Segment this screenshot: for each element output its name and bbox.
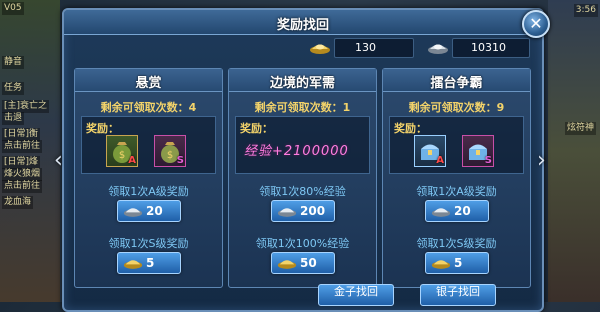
card-border-supplies: 边境的军需 剩余可领取次数：1 奖励： 经验+2100000 领取1次80%经验… <box>228 68 377 288</box>
claim-a-label: 领取1次A级奖励 <box>416 185 497 198</box>
silver-recover-button[interactable]: 银子找回 <box>420 284 496 306</box>
gold-ingot-icon <box>123 260 143 269</box>
bg-task-line[interactable]: 击退 <box>2 112 25 125</box>
claim-a-label: 领取1次A级奖励 <box>108 185 189 198</box>
reward-label: 奖励： <box>394 122 427 135</box>
claim-s-label: 领取1次100%经验 <box>255 237 350 250</box>
claim-s-label: 领取1次S级奖励 <box>416 237 497 250</box>
silver-ingot-icon <box>428 44 448 54</box>
card-title: 悬赏 <box>135 76 162 91</box>
claim-a-cost: 20 <box>454 204 471 218</box>
claim-a-button[interactable]: 20 <box>425 200 489 222</box>
grade-a-badge: A <box>436 155 444 166</box>
claim-a-cost: 20 <box>146 204 163 218</box>
reward-box: 奖励： 经验+2100000 <box>235 116 370 174</box>
grade-s-badge: S <box>484 155 492 166</box>
silver-ingot-icon <box>431 208 451 217</box>
card-title: 擂台争霸 <box>430 76 483 91</box>
card-header: 边境的军需 <box>229 69 376 92</box>
bg-text: V05 <box>2 2 24 15</box>
reward-label: 奖励： <box>86 122 119 135</box>
claim-s-button[interactable]: 5 <box>117 252 181 274</box>
bg-mute-button[interactable]: 静音 <box>2 56 25 69</box>
gold-money-bag-icon[interactable]: $ A <box>106 135 138 167</box>
gold-ingot-icon <box>310 44 330 54</box>
claim-s-cost: 5 <box>454 256 463 270</box>
exp-reward-text: 经验+2100000 <box>244 144 349 159</box>
claim-a-cost: 200 <box>300 204 326 218</box>
claim-a-button[interactable]: 20 <box>117 200 181 222</box>
remaining-count: 剩余可领取次数：1 <box>254 101 351 114</box>
reward-box: 奖励： A S <box>389 116 524 174</box>
treasure-chest-icon[interactable]: A <box>414 135 446 167</box>
remaining-count: 剩余可领取次数：9 <box>408 101 505 114</box>
card-arena: 擂台争霸 剩余可领取次数：9 奖励： A S 领取1次A级奖励 20 领取1次S… <box>382 68 531 288</box>
dialog-title-bar: 奖励找回 <box>64 10 542 35</box>
remaining-count: 剩余可领取次数：4 <box>100 101 197 114</box>
silver-money-bag-icon[interactable]: $ S <box>154 135 186 167</box>
grade-s-badge: S <box>176 155 184 166</box>
claim-a-button[interactable]: 200 <box>271 200 335 222</box>
silver-ingot-value: 10310 <box>471 41 506 54</box>
gold-ingot-icon <box>431 260 451 269</box>
gold-ingot-icon <box>277 260 297 269</box>
dialog-title: 奖励找回 <box>276 18 329 33</box>
svg-text:$: $ <box>167 150 173 161</box>
claim-a-label: 领取1次80%经验 <box>259 185 346 198</box>
reward-box: 奖励： $ A $ S <box>81 116 216 174</box>
treasure-chest-icon[interactable]: S <box>462 135 494 167</box>
bg-task-line[interactable]: 点击前往 <box>2 180 43 193</box>
close-icon: ✕ <box>529 14 543 33</box>
reward-recovery-dialog: 奖励找回 130 10310 悬赏 剩余可领取次数：4 奖励： $ A $ S … <box>62 8 544 312</box>
prev-arrow-icon[interactable]: ‹ <box>54 150 68 172</box>
silver-ingot-icon <box>123 208 143 217</box>
bg-clock: 3:56 <box>573 4 598 17</box>
silver-ingot-counter: 10310 <box>428 38 530 58</box>
bg-task-line[interactable]: 点击前往 <box>2 140 43 153</box>
claim-s-label: 领取1次S级奖励 <box>108 237 189 250</box>
card-title: 边境的军需 <box>269 76 335 91</box>
grade-a-badge: A <box>128 155 136 166</box>
game-background-right <box>548 0 600 302</box>
card-header: 悬赏 <box>75 69 222 92</box>
card-header: 擂台争霸 <box>383 69 530 92</box>
gold-ingot-value: 130 <box>355 41 376 54</box>
close-button[interactable]: ✕ <box>522 10 550 38</box>
reward-label: 奖励： <box>240 122 273 135</box>
silver-ingot-icon <box>277 208 297 217</box>
bg-task-line[interactable]: 龙血海 <box>2 196 34 209</box>
gold-recover-button[interactable]: 金子找回 <box>318 284 394 306</box>
next-arrow-icon[interactable]: › <box>537 150 551 172</box>
claim-s-cost: 5 <box>146 256 155 270</box>
bg-task-tab[interactable]: 任务 <box>2 82 25 95</box>
claim-s-button[interactable]: 50 <box>271 252 335 274</box>
claim-s-cost: 50 <box>300 256 317 270</box>
bg-right-label: 炫符神 <box>564 122 596 135</box>
card-bounty: 悬赏 剩余可领取次数：4 奖励： $ A $ S 领取1次A级奖励 20 领取1… <box>74 68 223 288</box>
claim-s-button[interactable]: 5 <box>425 252 489 274</box>
svg-text:$: $ <box>119 150 125 161</box>
gold-ingot-counter: 130 <box>310 38 414 58</box>
